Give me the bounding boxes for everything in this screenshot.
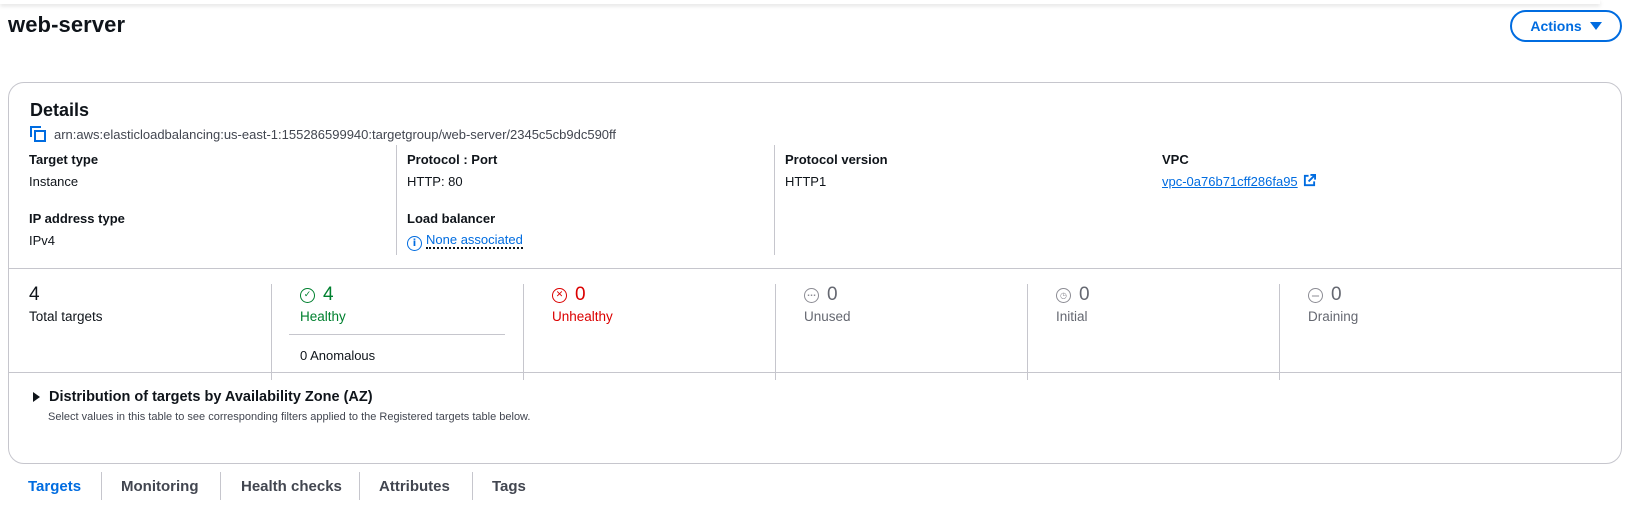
tab-separator [220, 472, 221, 500]
healthy-count[interactable]: ✓ 4 [300, 284, 334, 306]
target-type-value: Instance [29, 174, 79, 189]
unhealthy-value: 0 [575, 284, 586, 305]
tab-separator [101, 472, 102, 500]
details-divider [9, 268, 1621, 269]
tab-separator [472, 472, 473, 500]
vpc-link[interactable]: vpc-0a76b71cff286fa95 [1162, 174, 1298, 189]
stat-unhealthy: ✕ 0 Unhealthy [524, 284, 776, 380]
unused-label: Unused [804, 309, 851, 324]
stats-divider [9, 372, 1621, 373]
unused-value: 0 [827, 284, 838, 305]
stat-total-targets: 4 Total targets [9, 284, 272, 380]
distribution-expander[interactable]: Distribution of targets by Availability … [33, 389, 373, 405]
tab-bar: Targets Monitoring Health checks Attribu… [0, 470, 1652, 522]
details-title: Details [30, 100, 90, 120]
check-circle-icon: ✓ [300, 287, 315, 303]
info-icon: i [407, 236, 422, 251]
distribution-description: Select values in this table to see corre… [48, 411, 531, 423]
initial-label: Initial [1056, 309, 1088, 324]
draining-label: Draining [1308, 309, 1359, 324]
tab-attributes[interactable]: Attributes [379, 478, 450, 495]
ellipsis-circle-icon: ··· [804, 287, 819, 303]
draining-value: 0 [1331, 284, 1342, 305]
initial-count[interactable]: ◷ 0 [1056, 284, 1090, 306]
total-targets-label: Total targets [29, 309, 103, 324]
details-column-4: VPC vpc-0a76b71cff286fa95 [1162, 145, 1530, 255]
total-targets-count: 4 [29, 284, 40, 305]
anomalous-count: 0 Anomalous [300, 348, 376, 363]
healthy-value: 4 [323, 284, 334, 305]
actions-label: Actions [1530, 18, 1582, 34]
arn-row: arn:aws:elasticloadbalancing:us-east-1:1… [30, 126, 616, 142]
protocol-version-label: Protocol version [785, 152, 888, 167]
vpc-label: VPC [1162, 152, 1189, 167]
caret-down-icon [1589, 22, 1602, 30]
load-balancer-label: Load balancer [407, 211, 496, 226]
protocol-version-value: HTTP1 [785, 174, 827, 189]
details-column-2: Protocol : Port HTTP: 80 Load balancer i… [407, 145, 775, 255]
copy-icon[interactable] [30, 126, 46, 142]
protocol-port-value: HTTP: 80 [407, 174, 463, 189]
stat-healthy: ✓ 4 Healthy [272, 284, 524, 380]
protocol-port-label: Protocol : Port [407, 152, 498, 167]
tab-health-checks[interactable]: Health checks [241, 478, 342, 495]
details-container: Details arn:aws:elasticloadbalancing:us-… [8, 82, 1622, 464]
tab-tags[interactable]: Tags [492, 478, 526, 495]
ip-address-type-value: IPv4 [29, 233, 56, 248]
tab-separator [359, 472, 360, 500]
unhealthy-label: Unhealthy [552, 309, 613, 324]
page-title: web-server [8, 12, 126, 37]
stat-draining: —0 Draining [1280, 284, 1620, 380]
healthy-label: Healthy [300, 309, 346, 324]
target-type-label: Target type [29, 152, 99, 167]
x-circle-icon: ✕ [552, 287, 567, 303]
load-balancer-value[interactable]: i None associated [407, 232, 523, 251]
distribution-title: Distribution of targets by Availability … [49, 389, 373, 405]
details-column-3: Protocol version HTTP1 [785, 145, 1153, 255]
details-column-1: Target type Instance IP address type IPv… [29, 145, 397, 255]
stat-initial: ◷ 0 Initial [1028, 284, 1280, 380]
vpc-value: vpc-0a76b71cff286fa95 [1162, 174, 1316, 189]
arn-value: arn:aws:elasticloadbalancing:us-east-1:1… [54, 126, 617, 142]
tab-monitoring[interactable]: Monitoring [121, 478, 198, 495]
caret-right-icon [33, 392, 40, 402]
draining-count[interactable]: —0 [1308, 284, 1342, 306]
clock-icon: ◷ [1056, 287, 1071, 303]
tab-targets[interactable]: Targets [28, 478, 81, 495]
unhealthy-count[interactable]: ✕ 0 [552, 284, 586, 306]
external-link-icon[interactable] [1303, 174, 1316, 187]
actions-button[interactable]: Actions [1510, 10, 1622, 42]
top-shadow [0, 0, 1600, 4]
healthy-subdivider [289, 334, 505, 335]
load-balancer-link[interactable]: None associated [426, 232, 523, 249]
ip-address-type-label: IP address type [29, 211, 125, 226]
unused-count[interactable]: ··· 0 [804, 284, 838, 306]
initial-value: 0 [1079, 284, 1090, 305]
minus-circle-icon: — [1308, 287, 1323, 303]
stat-unused: ··· 0 Unused [776, 284, 1028, 380]
